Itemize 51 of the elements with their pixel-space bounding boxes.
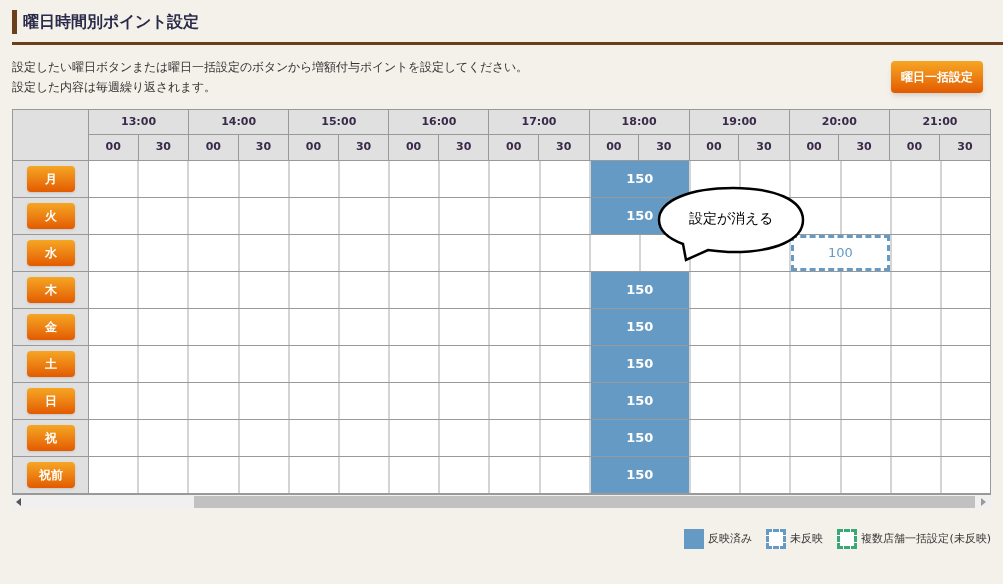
minute-header: 00 xyxy=(789,135,840,160)
point-block[interactable]: 100 xyxy=(791,235,890,271)
point-block[interactable]: 150 xyxy=(590,346,689,382)
minute-header: 30 xyxy=(354,139,373,156)
point-block[interactable]: 150 xyxy=(590,309,689,345)
minute-header: 30 xyxy=(655,139,673,156)
hour-header: 21:00 xyxy=(889,110,990,135)
hour-header: 20:00 xyxy=(789,110,889,135)
hour-header: 13:00 xyxy=(89,110,189,135)
day-button[interactable]: 祝 xyxy=(26,425,75,451)
hour-header: 19:00 xyxy=(689,110,789,135)
minute-header: 30 xyxy=(254,139,273,156)
minute-header: 00 xyxy=(289,135,339,160)
page-title: 曜日時間別ポイント設定 xyxy=(23,11,199,33)
minute-header: 30 xyxy=(555,139,573,156)
day-button[interactable]: 金 xyxy=(26,314,75,340)
minute-header: 00 xyxy=(389,135,439,160)
legend-label: 複数店舗一括設定(未反映) xyxy=(861,530,991,547)
minute-header: 30 xyxy=(956,139,974,156)
minute-header: 30 xyxy=(855,139,873,156)
day-button[interactable]: 祝前 xyxy=(26,462,75,488)
day-button[interactable]: 日 xyxy=(26,388,75,414)
hour-header: 17:00 xyxy=(489,110,589,135)
minute-header: 30 xyxy=(755,139,773,156)
minute-header: 00 xyxy=(89,135,139,160)
legend-label: 未反映 xyxy=(790,530,824,547)
minute-header: 00 xyxy=(889,135,940,160)
day-button[interactable]: 火 xyxy=(26,203,75,229)
hour-header: 18:00 xyxy=(589,110,689,135)
minute-header: 30 xyxy=(455,139,473,156)
bulk-weekday-button[interactable]: 曜日一括設定 xyxy=(891,61,983,93)
minute-header: 00 xyxy=(689,135,740,160)
day-button[interactable]: 水 xyxy=(26,240,75,266)
point-block[interactable]: 150 xyxy=(590,457,689,493)
instruction-text: 設定した内容は毎週繰り返されます。 xyxy=(12,79,217,95)
point-block[interactable]: 150 xyxy=(590,272,689,308)
minute-header: 00 xyxy=(189,135,239,160)
legend-label: 反映済み xyxy=(708,530,753,547)
hour-header: 15:00 xyxy=(289,110,389,135)
hour-header: 14:00 xyxy=(189,110,289,135)
point-block[interactable]: 150 xyxy=(590,383,689,419)
day-button[interactable]: 土 xyxy=(26,351,75,377)
hour-header: 16:00 xyxy=(389,110,489,135)
minute-header: 00 xyxy=(489,135,539,160)
minute-header: 30 xyxy=(154,139,172,156)
point-block[interactable]: 150 xyxy=(590,161,689,197)
day-button[interactable]: 月 xyxy=(26,166,75,192)
minute-header: 00 xyxy=(589,135,640,160)
point-block[interactable]: 150 xyxy=(590,420,689,456)
day-button[interactable]: 木 xyxy=(26,277,75,303)
instruction-text: 設定したい曜日ボタンまたは曜日一括設定のボタンから増額付与ポイントを設定してください。 xyxy=(12,59,528,75)
